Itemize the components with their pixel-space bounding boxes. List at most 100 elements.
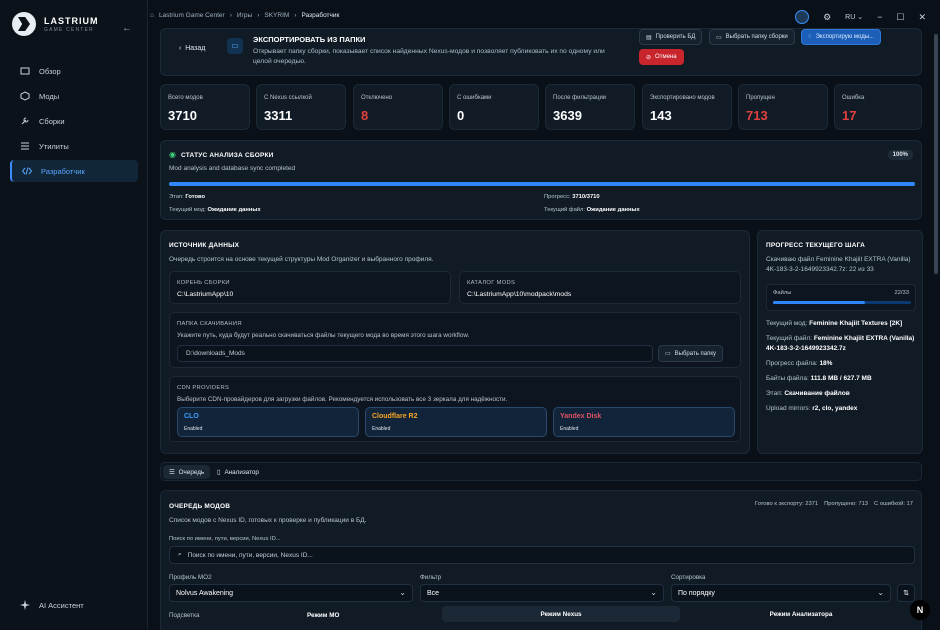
sidebar-item-overview[interactable]: Обзор — [10, 60, 138, 82]
scrollbar[interactable] — [934, 34, 938, 274]
file-progress-label: Прогресс файла: — [766, 360, 818, 367]
sidebar: LASTRIUM GAME CENTER ← Обзор Моды Сборки… — [0, 0, 148, 630]
minimize-icon[interactable]: − — [877, 12, 882, 22]
files-progress-fill — [773, 301, 866, 304]
sort-direction-icon: ⇅ — [903, 590, 909, 597]
ai-assistant-button[interactable]: AI Ассистент — [20, 600, 84, 610]
sort-direction-button[interactable]: ⇅ — [897, 584, 915, 602]
cdn-title: CDN PROVIDERS — [177, 385, 230, 391]
profile-select[interactable]: Nolvus Awakening ⌄ — [169, 584, 413, 602]
cdn-name: CLO — [184, 413, 199, 420]
cdn-provider-cloudflare[interactable]: Cloudflare R2 Enabled — [365, 407, 547, 437]
files-count: 22/33 — [894, 290, 909, 296]
sort-value: По порядку — [678, 589, 715, 597]
sidebar-item-label: Утилиты — [39, 141, 69, 151]
collapse-sidebar-icon[interactable]: ← — [122, 23, 132, 34]
cdn-providers-box: CDN PROVIDERS Выберите CDN-провайдеров д… — [169, 376, 741, 442]
sidebar-item-mods[interactable]: Моды — [10, 85, 138, 107]
search-input[interactable]: ⌕ Поиск по имени, пути, версии, Nexus ID… — [169, 546, 915, 564]
step-mirrors: Upload mirrors: r2, clo, yandex — [766, 404, 918, 414]
mods-catalog-box: КАТАЛОГ MODS C:\LastriumApp\10\modpack\m… — [459, 271, 741, 304]
sidebar-item-builds[interactable]: Сборки — [10, 110, 138, 132]
notification-icon[interactable]: N — [910, 600, 930, 620]
cdn-state: Enabled — [184, 426, 203, 432]
logo: LASTRIUM GAME CENTER — [12, 12, 99, 36]
build-root-box: КОРЕНЬ СБОРКИ C:\LastriumApp\10 — [169, 271, 451, 304]
mode-nexus-button[interactable]: Режим Nexus — [442, 606, 680, 622]
maximize-icon[interactable]: ☐ — [896, 12, 904, 23]
language-select[interactable]: RU ⌄ — [845, 13, 863, 21]
sidebar-item-label: Обзор — [39, 66, 61, 76]
mirrors-label: Upload mirrors: — [766, 405, 811, 412]
status-progress: Прогресс: 3710/3710 — [544, 194, 600, 200]
stage-label: Этап: — [766, 390, 783, 397]
stat-error: Ошибка 17 — [834, 84, 922, 130]
language-value: RU — [845, 14, 856, 21]
sidebar-item-label: Сборки — [39, 116, 65, 126]
mode-analyzer-button[interactable]: Режим Анализатора — [682, 606, 920, 622]
cube-icon — [20, 91, 30, 101]
sliders-icon — [21, 142, 29, 150]
stat-label: Экспортировано модов — [650, 95, 715, 101]
mod-label: Текущий мод: — [766, 320, 808, 327]
choose-build-folder-button[interactable]: ▭ Выбрать папку сборки — [709, 29, 795, 45]
progress-label: Прогресс: — [544, 194, 571, 200]
queue-counters: Готово к экспорту: 2371 Пропущено: 713 С… — [755, 501, 913, 507]
folder-icon: ▭ — [665, 351, 671, 357]
cancel-icon: ⊘ — [646, 54, 652, 61]
profile-value: Nolvus Awakening — [176, 589, 234, 597]
highlight-label: Подсветка — [169, 612, 200, 619]
logo-name: LASTRIUM — [44, 15, 99, 26]
overview-icon — [20, 67, 30, 75]
breadcrumb-item[interactable]: Игры — [237, 12, 252, 19]
chevron-down-icon: ⌄ — [399, 588, 406, 597]
step-title: ПРОГРЕСС ТЕКУЩЕГО ШАГА — [766, 242, 866, 249]
chevron-down-icon: ⌄ — [877, 588, 884, 597]
sidebar-item-utilities[interactable]: Утилиты — [10, 135, 138, 157]
search-placeholder: Поиск по имени, пути, версии, Nexus ID..… — [187, 551, 313, 559]
highlight-modes: Режим Nexus Режим Анализатора — [440, 606, 922, 622]
document-icon: ▯ — [217, 468, 221, 476]
sidebar-item-developer[interactable]: Разработчик — [10, 160, 138, 182]
logo-icon — [12, 12, 36, 36]
breadcrumb-item[interactable]: Lastrium Game Center — [159, 12, 225, 19]
choose-folder-button[interactable]: ▭ Выбрать папку — [658, 345, 724, 362]
check-db-label: Проверить БД — [655, 34, 696, 40]
breadcrumb: ⌂ Lastrium Game Center › Игры › SKYRIM › Ра… — [150, 12, 340, 19]
download-folder-desc: Укажите путь, куда будут реально скачива… — [177, 332, 470, 339]
back-button[interactable]: ‹ Назад — [171, 42, 213, 55]
filter-select[interactable]: Все ⌄ — [420, 584, 664, 602]
stat-value: 3639 — [553, 108, 582, 123]
close-icon[interactable]: ✕ — [918, 12, 926, 23]
cancel-button[interactable]: ⊘ Отмена — [639, 49, 684, 65]
download-folder-box: ПАПКА СКАЧИВАНИЯ Укажите путь, куда буду… — [169, 312, 741, 368]
mode-mo-button[interactable]: Режим MO — [307, 612, 339, 619]
tab-analyzer[interactable]: ▯ Анализатор — [211, 465, 265, 479]
tab-queue[interactable]: ☰ Очередь — [163, 465, 211, 479]
stat-label: Всего модов — [168, 95, 203, 101]
status-stage: Этап: Готово — [169, 194, 205, 200]
home-icon[interactable]: ⌂ — [150, 12, 154, 19]
check-circle-icon: ◉ — [169, 150, 176, 159]
download-folder-input[interactable]: D:\downloads_Mods — [177, 345, 653, 362]
status-title: СТАТУС АНАЛИЗА СБОРКИ — [181, 152, 274, 159]
check-db-button[interactable]: ▤ Проверить БД — [639, 29, 703, 45]
bytes-label: Байты файла: — [766, 375, 809, 382]
breadcrumb-item[interactable]: SKYRIM — [264, 12, 289, 19]
cdn-provider-clo[interactable]: CLO Enabled — [177, 407, 359, 437]
stat-label: С Nexus ссылкой — [264, 95, 312, 101]
current-mod-value: Ожидание данных — [207, 207, 261, 213]
step-file-bytes: Байты файла: 111.8 MB / 627.7 MB — [766, 374, 918, 384]
stage-label: Этап: — [169, 194, 184, 200]
avatar[interactable] — [795, 10, 810, 24]
cdn-provider-yandex[interactable]: Yandex Disk Enabled — [553, 407, 735, 437]
queue-title: ОЧЕРЕДЬ МОДОВ — [169, 503, 231, 510]
sort-select[interactable]: По порядку ⌄ — [671, 584, 891, 602]
stat-value: 0 — [457, 108, 465, 123]
stat-value: 3710 — [168, 108, 197, 123]
cdn-name: Cloudflare R2 — [372, 413, 418, 420]
status-progress-fill — [169, 182, 915, 186]
gear-icon[interactable]: ⚙ — [823, 12, 831, 23]
step-stage: Этап: Скачивание файлов — [766, 389, 918, 399]
exporting-button[interactable]: ◌ Экспортирую моды... — [801, 29, 882, 45]
